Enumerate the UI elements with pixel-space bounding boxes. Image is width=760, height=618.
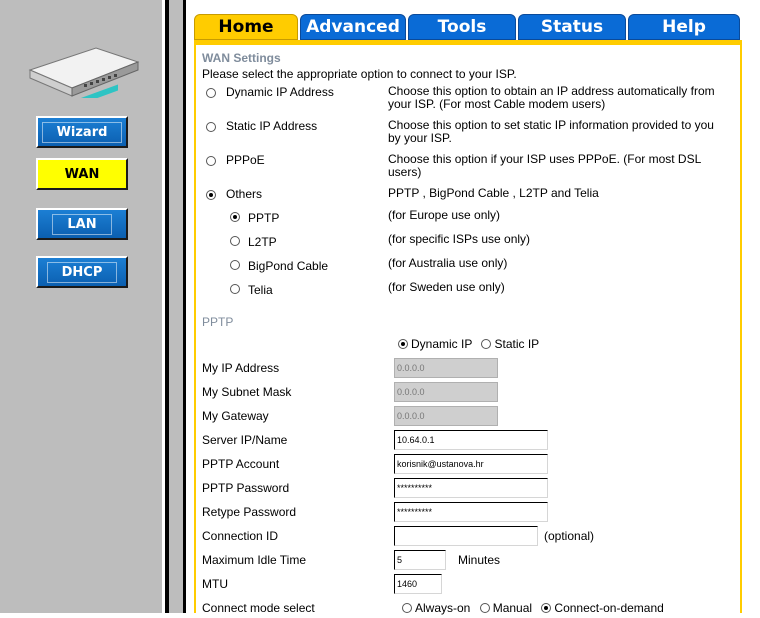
suboption-label: L2TP (248, 235, 277, 249)
subnet-input[interactable]: 0.0.0.0 (394, 382, 498, 402)
dynamic-ip-label: Dynamic IP (411, 337, 473, 351)
nav-wan-button[interactable]: WAN (36, 158, 128, 190)
wan-settings-content: WAN Settings Please select the appropria… (194, 45, 742, 615)
radio-bigpond[interactable] (230, 260, 240, 270)
sidebar: Wizard WAN LAN DHCP (0, 0, 186, 613)
nav-wizard-label: Wizard (41, 121, 123, 143)
suboption-description: (for specific ISPs use only) (388, 232, 531, 246)
option-pppoe: PPPoE Choose this option if your ISP use… (196, 153, 736, 181)
tab-advanced[interactable]: Advanced (300, 14, 406, 40)
conn-id-suffix: (optional) (544, 529, 595, 543)
radio-static-ip-mode[interactable] (481, 339, 492, 349)
subnet-row: My Subnet Mask 0.0.0.0 (202, 382, 742, 402)
option-dynamic-ip: Dynamic IP Address Choose this option to… (196, 85, 736, 113)
option-others: Others PPTP , BigPond Cable , L2TP and T… (196, 187, 736, 203)
mtu-label: MTU (202, 577, 228, 591)
pptp-section-title: PPTP (202, 315, 234, 329)
idle-label: Maximum Idle Time (202, 553, 307, 567)
account-row: PPTP Account korisnik@ustanova.hr (202, 454, 742, 474)
server-row: Server IP/Name 10.64.0.1 (202, 430, 742, 450)
nav-wan-label: WAN (64, 166, 100, 182)
radio-manual[interactable] (479, 603, 490, 613)
radio-telia[interactable] (230, 284, 240, 294)
account-label: PPTP Account (202, 457, 280, 471)
nav-dhcp-button[interactable]: DHCP (36, 256, 128, 288)
suboption-label: Telia (248, 283, 273, 297)
gateway-input[interactable]: 0.0.0.0 (394, 406, 498, 426)
nav-lan-button[interactable]: LAN (36, 208, 128, 240)
password-row: PPTP Password ********** (202, 478, 742, 498)
nav-wizard-button[interactable]: Wizard (36, 116, 128, 148)
radio-dynamic-ip-mode[interactable] (398, 339, 408, 349)
radio-l2tp[interactable] (230, 236, 240, 246)
main-panel: Home Advanced Tools Status Help WAN Sett… (186, 0, 760, 615)
gateway-label: My Gateway (202, 409, 269, 423)
idle-suffix: Minutes (458, 553, 501, 567)
gateway-row: My Gateway 0.0.0.0 (202, 406, 742, 426)
tab-help[interactable]: Help (628, 14, 740, 40)
radio-pppoe[interactable] (206, 156, 216, 166)
tab-home[interactable]: Home (194, 14, 298, 40)
server-label: Server IP/Name (202, 433, 288, 447)
conn-id-label: Connection ID (202, 529, 279, 543)
connect-mode-row: Connect mode select Always-on Manual Con… (202, 598, 742, 618)
idle-input[interactable]: 5 (394, 550, 446, 570)
suboption-description: (for Australia use only) (388, 256, 508, 270)
my-ip-row: My IP Address 0.0.0.0 (202, 358, 742, 378)
mtu-row: MTU 1460 (202, 574, 742, 594)
nav-dhcp-label: DHCP (46, 261, 118, 283)
radio-pptp[interactable] (230, 212, 240, 222)
suboption-description: (for Europe use only) (388, 208, 501, 222)
radio-others[interactable] (206, 190, 216, 200)
ip-mode-row: Dynamic IP Static IP (202, 337, 742, 357)
ip-mode-group: Dynamic IP Static IP (398, 337, 539, 351)
conn-id-input[interactable] (394, 526, 538, 546)
retype-input[interactable]: ********** (394, 502, 548, 522)
option-description: Choose this option to set static IP info… (388, 118, 714, 145)
tab-tools[interactable]: Tools (408, 14, 516, 40)
suboption-label: BigPond Cable (248, 259, 329, 273)
option-description: Choose this option to obtain an IP addre… (388, 84, 715, 111)
password-label: PPTP Password (202, 481, 290, 495)
router-device-icon (28, 47, 140, 98)
my-ip-label: My IP Address (202, 361, 280, 375)
suboption-label: PPTP (248, 211, 280, 225)
option-label: Others (226, 187, 263, 201)
nav-lan-label: LAN (52, 213, 112, 235)
option-label: Static IP Address (226, 119, 318, 133)
sidebar-divider-gray (169, 0, 183, 613)
subnet-label: My Subnet Mask (202, 385, 292, 399)
server-input[interactable]: 10.64.0.1 (394, 430, 548, 450)
option-description: Choose this option if your ISP uses PPPo… (388, 152, 701, 179)
radio-static-ip[interactable] (206, 122, 216, 132)
suboption-description: (for Sweden use only) (388, 280, 505, 294)
option-label: PPPoE (226, 153, 265, 167)
static-ip-label: Static IP (494, 337, 540, 351)
radio-connect-on-demand[interactable] (541, 603, 552, 613)
suboption-l2tp: L2TP (for specific ISPs use only) (196, 233, 736, 249)
radio-always-on[interactable] (402, 603, 412, 613)
account-input[interactable]: korisnik@ustanova.hr (394, 454, 548, 474)
conn-id-row: Connection ID (optional) (202, 526, 742, 546)
page-intro: Please select the appropriate option to … (202, 67, 517, 81)
mtu-input[interactable]: 1460 (394, 574, 442, 594)
my-ip-input[interactable]: 0.0.0.0 (394, 358, 498, 378)
tab-status[interactable]: Status (518, 14, 626, 40)
password-input[interactable]: ********** (394, 478, 548, 498)
top-tabs: Home Advanced Tools Status Help (194, 14, 742, 40)
option-static-ip: Static IP Address Choose this option to … (196, 119, 736, 147)
retype-row: Retype Password ********** (202, 502, 742, 522)
suboption-pptp: PPTP (for Europe use only) (196, 209, 736, 225)
radio-dynamic-ip[interactable] (206, 88, 216, 98)
option-description: PPTP , BigPond Cable , L2TP and Telia (388, 186, 599, 200)
option-label: Dynamic IP Address (226, 85, 334, 99)
suboption-bigpond: BigPond Cable (for Australia use only) (196, 257, 736, 273)
page-title: WAN Settings (202, 51, 281, 65)
retype-label: Retype Password (202, 505, 297, 519)
idle-row: Maximum Idle Time 5 Minutes (202, 550, 742, 570)
suboption-telia: Telia (for Sweden use only) (196, 281, 736, 297)
